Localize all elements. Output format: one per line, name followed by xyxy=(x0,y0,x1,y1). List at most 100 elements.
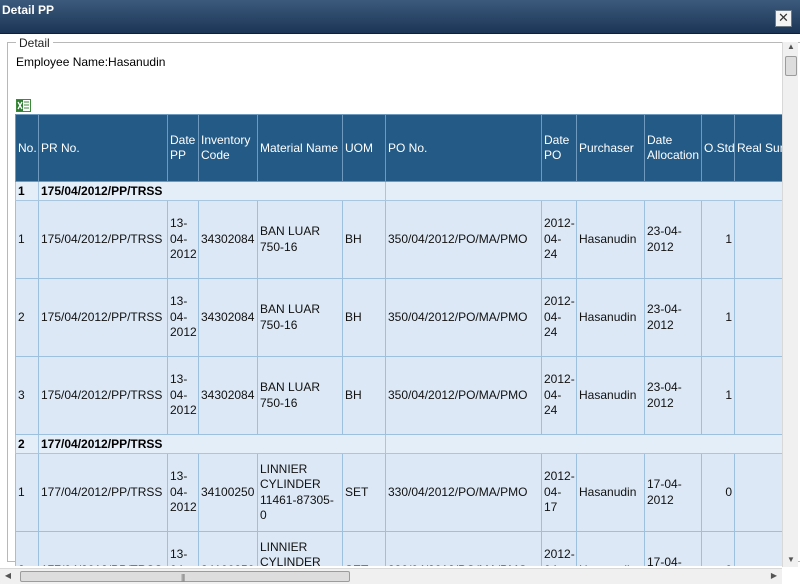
cell-o-std: 1 xyxy=(701,200,735,279)
table-row[interactable]: 3 175/04/2012/PP/TRSS 13-04-2012 3430208… xyxy=(15,356,782,435)
group-pr: 177/04/2012/PP/TRSS xyxy=(38,434,386,454)
detail-legend: Detail xyxy=(16,36,53,50)
cell-uom: SET xyxy=(342,531,386,566)
cell-no: 3 xyxy=(15,356,39,435)
col-header-real-summary[interactable]: Real Summary xyxy=(734,114,782,182)
cell-material-name: BAN LUAR 750-16 xyxy=(257,278,343,357)
cell-purchaser: Hasanudin xyxy=(576,200,645,279)
col-header-inventory-code[interactable]: Inventory Code xyxy=(198,114,258,182)
table-header-row: No. PR No. Date PP Inventory Code Materi… xyxy=(15,114,782,182)
cell-purchaser: Hasanudin xyxy=(576,531,645,566)
cell-date-allocation: 17-04-2012 xyxy=(644,531,702,566)
group-row[interactable]: 1 175/04/2012/PP/TRSS xyxy=(15,181,782,201)
cell-purchaser: Hasanudin xyxy=(576,356,645,435)
group-row[interactable]: 2 177/04/2012/PP/TRSS xyxy=(15,434,782,454)
group-filler xyxy=(385,434,782,454)
cell-real-summary: 5 xyxy=(734,356,782,435)
cell-inventory-code: 34302084 xyxy=(198,200,258,279)
pp-table: No. PR No. Date PP Inventory Code Materi… xyxy=(15,114,782,566)
scroll-right-icon[interactable]: ▶ xyxy=(768,571,780,583)
table-row[interactable]: 1 177/04/2012/PP/TRSS 13-04-2012 3410025… xyxy=(15,453,782,532)
cell-date-pp: 13-04-2012 xyxy=(167,531,199,566)
cell-date-allocation: 23-04-2012 xyxy=(644,356,702,435)
col-header-date-po[interactable]: Date PO xyxy=(541,114,577,182)
cell-po-no: 350/04/2012/PO/MA/PMO xyxy=(385,278,542,357)
cell-o-std: 0 xyxy=(701,531,735,566)
pp-table-viewport: No. PR No. Date PP Inventory Code Materi… xyxy=(15,114,782,566)
cell-inventory-code: 34100250 xyxy=(198,531,258,566)
vertical-scroll-thumb[interactable] xyxy=(785,56,797,76)
col-header-purchaser[interactable]: Purchaser xyxy=(576,114,645,182)
cell-material-name: BAN LUAR 750-16 xyxy=(257,200,343,279)
col-header-po-no[interactable]: PO No. xyxy=(385,114,542,182)
cell-po-no: 350/04/2012/PO/MA/PMO xyxy=(385,356,542,435)
window-title: Detail PP xyxy=(2,3,55,17)
vertical-scrollbar[interactable]: ▲ ▼ xyxy=(782,42,798,567)
cell-uom: BH xyxy=(342,356,386,435)
col-header-material-name[interactable]: Material Name xyxy=(257,114,343,182)
window-titlebar: Detail PP ✕ xyxy=(0,0,800,34)
cell-inventory-code: 34302084 xyxy=(198,356,258,435)
cell-real-summary xyxy=(734,531,782,566)
horizontal-scroll-thumb[interactable]: ||| xyxy=(20,571,350,582)
group-filler xyxy=(385,181,782,201)
cell-uom: SET xyxy=(342,453,386,532)
grip-icon: ||| xyxy=(181,573,185,582)
cell-material-name: BAN LUAR 750-16 xyxy=(257,356,343,435)
excel-export-icon[interactable] xyxy=(16,99,31,112)
cell-o-std: 0 xyxy=(701,453,735,532)
cell-inventory-code: 34302084 xyxy=(198,278,258,357)
scroll-left-icon[interactable]: ◀ xyxy=(2,571,14,583)
cell-pr-no: 177/04/2012/PP/TRSS xyxy=(38,531,168,566)
cell-purchaser: Hasanudin xyxy=(576,278,645,357)
group-no: 1 xyxy=(15,181,39,201)
cell-po-no: 330/04/2012/PO/MA/PMO xyxy=(385,453,542,532)
cell-real-summary xyxy=(734,453,782,532)
col-header-date-pp[interactable]: Date PP xyxy=(167,114,199,182)
cell-date-po: 2012-04-17 xyxy=(541,453,577,532)
cell-date-allocation: 17-04-2012 xyxy=(644,453,702,532)
horizontal-scrollbar[interactable]: ◀ ||| ▶ xyxy=(0,568,782,584)
cell-date-po: 2012-04-24 xyxy=(541,356,577,435)
cell-po-no: 350/04/2012/PO/MA/PMO xyxy=(385,200,542,279)
cell-date-po: 2012-04-24 xyxy=(541,278,577,357)
cell-po-no: 330/04/2012/PO/MA/PMO xyxy=(385,531,542,566)
cell-pr-no: 177/04/2012/PP/TRSS xyxy=(38,453,168,532)
cell-uom: BH xyxy=(342,278,386,357)
cell-pr-no: 175/04/2012/PP/TRSS xyxy=(38,200,168,279)
cell-real-summary: 5 xyxy=(734,200,782,279)
cell-pr-no: 175/04/2012/PP/TRSS xyxy=(38,356,168,435)
cell-real-summary: 5 xyxy=(734,278,782,357)
group-pr: 175/04/2012/PP/TRSS xyxy=(38,181,386,201)
col-header-pr-no[interactable]: PR No. xyxy=(38,114,168,182)
col-header-o-std[interactable]: O.Std xyxy=(701,114,735,182)
cell-o-std: 1 xyxy=(701,356,735,435)
close-button[interactable]: ✕ xyxy=(775,10,792,27)
cell-date-pp: 13-04-2012 xyxy=(167,200,199,279)
cell-no: 2 xyxy=(15,531,39,566)
cell-material-name: LINNIER CYLINDER 11461-87305-0 xyxy=(257,531,343,566)
close-icon: ✕ xyxy=(778,10,789,25)
col-header-no[interactable]: No. xyxy=(15,114,39,182)
cell-o-std: 1 xyxy=(701,278,735,357)
table-row[interactable]: 2 177/04/2012/PP/TRSS 13-04-2012 3410025… xyxy=(15,531,782,566)
cell-inventory-code: 34100250 xyxy=(198,453,258,532)
cell-date-allocation: 23-04-2012 xyxy=(644,278,702,357)
cell-date-pp: 13-04-2012 xyxy=(167,453,199,532)
cell-date-po: 2012-04-24 xyxy=(541,200,577,279)
cell-no: 2 xyxy=(15,278,39,357)
cell-pr-no: 175/04/2012/PP/TRSS xyxy=(38,278,168,357)
employee-name: Employee Name:Hasanudin xyxy=(16,55,166,69)
scroll-down-icon[interactable]: ▼ xyxy=(783,555,799,567)
cell-uom: BH xyxy=(342,200,386,279)
cell-material-name: LINNIER CYLINDER 11461-87305-0 xyxy=(257,453,343,532)
col-header-date-allocation[interactable]: Date Allocation xyxy=(644,114,702,182)
cell-date-allocation: 23-04-2012 xyxy=(644,200,702,279)
cell-date-pp: 13-04-2012 xyxy=(167,278,199,357)
table-row[interactable]: 1 175/04/2012/PP/TRSS 13-04-2012 3430208… xyxy=(15,200,782,279)
group-no: 2 xyxy=(15,434,39,454)
cell-no: 1 xyxy=(15,453,39,532)
scroll-up-icon[interactable]: ▲ xyxy=(783,42,799,54)
col-header-uom[interactable]: UOM xyxy=(342,114,386,182)
table-row[interactable]: 2 175/04/2012/PP/TRSS 13-04-2012 3430208… xyxy=(15,278,782,357)
